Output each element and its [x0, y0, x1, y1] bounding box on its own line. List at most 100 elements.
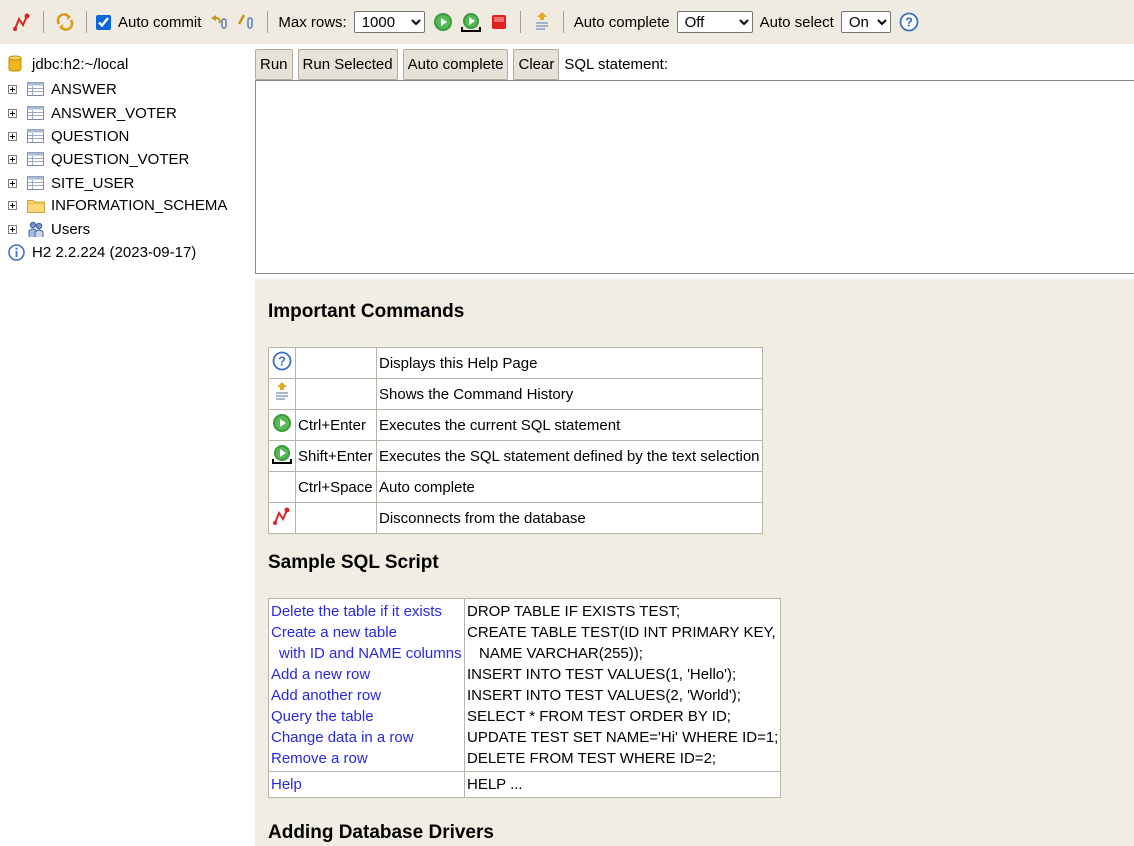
database-icon [8, 55, 26, 72]
command-icon-cell: ? [268, 347, 296, 379]
toolbar-separator [267, 11, 269, 33]
command-icon-cell [268, 378, 296, 410]
toolbar-separator [562, 11, 564, 33]
tree-table-question-voter[interactable]: QUESTION_VOTER [8, 148, 189, 170]
tree-table-answer[interactable]: ANSWER [8, 78, 117, 100]
query-toolbar: Run Run Selected Auto complete Clear SQL… [255, 48, 668, 80]
command-icon-cell [268, 471, 296, 503]
expand-icon[interactable] [8, 178, 17, 188]
auto-select-select[interactable]: On [840, 11, 891, 33]
table-icon [27, 81, 45, 97]
disconnect-icon[interactable] [10, 10, 34, 34]
tree-table-site-user[interactable]: SITE_USER [8, 172, 134, 194]
auto-complete-button[interactable]: Auto complete [402, 48, 509, 80]
version-text: H2 2.2.224 (2023-09-17) [32, 243, 197, 261]
command-desc: Auto complete [376, 471, 763, 503]
sql-editor[interactable] [255, 80, 1134, 274]
max-rows-label: Max rows: [278, 13, 347, 31]
expand-icon[interactable] [8, 200, 17, 210]
auto-commit-checkbox[interactable] [96, 14, 111, 30]
sample-link-create[interactable]: Create a new table [271, 622, 462, 643]
table-row: Ctrl+Enter Executes the current SQL stat… [268, 409, 763, 441]
table-row: Delete the table if it exists Create a n… [268, 598, 782, 772]
command-desc: Shows the Command History [376, 378, 763, 410]
command-icon-cell [268, 502, 296, 534]
sample-sql-title: Sample SQL Script [268, 552, 439, 573]
table-name: QUESTION [51, 127, 130, 145]
sample-link-select[interactable]: Query the table [271, 706, 462, 727]
sample-code-line: INSERT INTO TEST VALUES(1, 'Hello'); [467, 666, 737, 683]
sample-code-line: HELP ... [467, 776, 523, 793]
tree-schema[interactable]: INFORMATION_SCHEMA [8, 194, 227, 216]
table-icon [27, 151, 45, 167]
sample-code-line: INSERT INTO TEST VALUES(2, 'World'); [467, 687, 741, 704]
table-name: SITE_USER [51, 174, 135, 192]
sample-link-create-columns[interactable]: with ID and NAME columns [271, 643, 462, 664]
object-tree: jdbc:h2:~/local ANSWER ANSWER_VOTER QUES… [0, 44, 255, 846]
sample-link-help[interactable]: Help [271, 774, 462, 795]
auto-commit-label: Auto commit [118, 13, 202, 31]
sample-link-drop[interactable]: Delete the table if it exists [271, 601, 462, 622]
tree-table-question[interactable]: QUESTION [8, 125, 129, 147]
run-selected-button[interactable]: Run Selected [297, 48, 398, 80]
tree-connection[interactable]: jdbc:h2:~/local [8, 53, 128, 75]
sample-link-update[interactable]: Change data in a row [271, 727, 462, 748]
table-row: Disconnects from the database [268, 502, 763, 534]
expand-icon[interactable] [8, 84, 17, 94]
max-rows-select[interactable]: 1000 [353, 11, 425, 33]
commit-icon[interactable] [234, 10, 258, 34]
sql-statement-label: SQL statement: [564, 55, 669, 73]
sample-help-code-cell: HELP ... [463, 771, 782, 798]
tree-table-answer-voter[interactable]: ANSWER_VOTER [8, 102, 177, 124]
table-name: QUESTION_VOTER [51, 150, 190, 168]
command-desc: Disconnects from the database [376, 502, 763, 534]
stop-icon[interactable] [487, 10, 511, 34]
table-name: ANSWER [51, 80, 117, 98]
rollback-icon[interactable] [206, 10, 230, 34]
help-panel: Important Commands ? Displays this Help … [255, 279, 1134, 846]
info-icon [8, 243, 26, 261]
command-key [295, 347, 377, 379]
sample-code-line: NAME VARCHAR(255)); [479, 645, 643, 662]
refresh-icon[interactable] [53, 10, 77, 34]
sample-code-cell: DROP TABLE IF EXISTS TEST; CREATE TABLE … [463, 598, 782, 772]
toolbar-separator [519, 11, 521, 33]
command-key: Ctrl+Space [295, 471, 377, 503]
folder-icon [27, 197, 45, 213]
history-icon[interactable] [530, 10, 554, 34]
command-icon-cell [268, 409, 296, 441]
run-selected-icon [271, 445, 293, 469]
expand-icon[interactable] [8, 108, 17, 118]
expand-icon[interactable] [8, 224, 17, 234]
table-row: ? Displays this Help Page [268, 347, 763, 379]
users-label: Users [51, 220, 91, 238]
toolbar: Auto commit Max rows: 1000 Auto complete… [0, 0, 1134, 44]
command-key [295, 502, 377, 534]
table-row: Shift+Enter Executes the SQL statement d… [268, 440, 763, 472]
tree-version: H2 2.2.224 (2023-09-17) [8, 241, 196, 263]
sample-code-line: CREATE TABLE TEST(ID INT PRIMARY KEY, [467, 624, 776, 641]
expand-icon[interactable] [8, 154, 17, 164]
history-icon [272, 382, 292, 407]
command-icon-cell [268, 440, 296, 472]
sample-code-line: SELECT * FROM TEST ORDER BY ID; [467, 708, 731, 725]
help-icon: ? [272, 351, 292, 375]
clear-button[interactable]: Clear [513, 48, 560, 80]
expand-icon[interactable] [8, 131, 17, 141]
sample-link-delete[interactable]: Remove a row [271, 748, 462, 769]
run-selected-icon[interactable] [459, 10, 483, 34]
sample-code-line: UPDATE TEST SET NAME='Hi' WHERE ID=1; [467, 729, 779, 746]
table-icon [27, 105, 45, 121]
commands-table: ? Displays this Help Page Shows the Comm… [268, 347, 763, 534]
sample-link-insert-1[interactable]: Add a new row [271, 664, 462, 685]
toolbar-separator [86, 11, 87, 33]
table-name: ANSWER_VOTER [51, 104, 177, 122]
tree-users[interactable]: Users [8, 218, 90, 240]
run-icon[interactable] [431, 10, 455, 34]
help-icon[interactable]: ? [897, 10, 921, 34]
run-button[interactable]: Run [255, 48, 293, 80]
command-desc: Displays this Help Page [376, 347, 763, 379]
auto-complete-select[interactable]: Off [676, 11, 753, 33]
sample-link-insert-2[interactable]: Add another row [271, 685, 462, 706]
svg-text:?: ? [905, 15, 913, 30]
